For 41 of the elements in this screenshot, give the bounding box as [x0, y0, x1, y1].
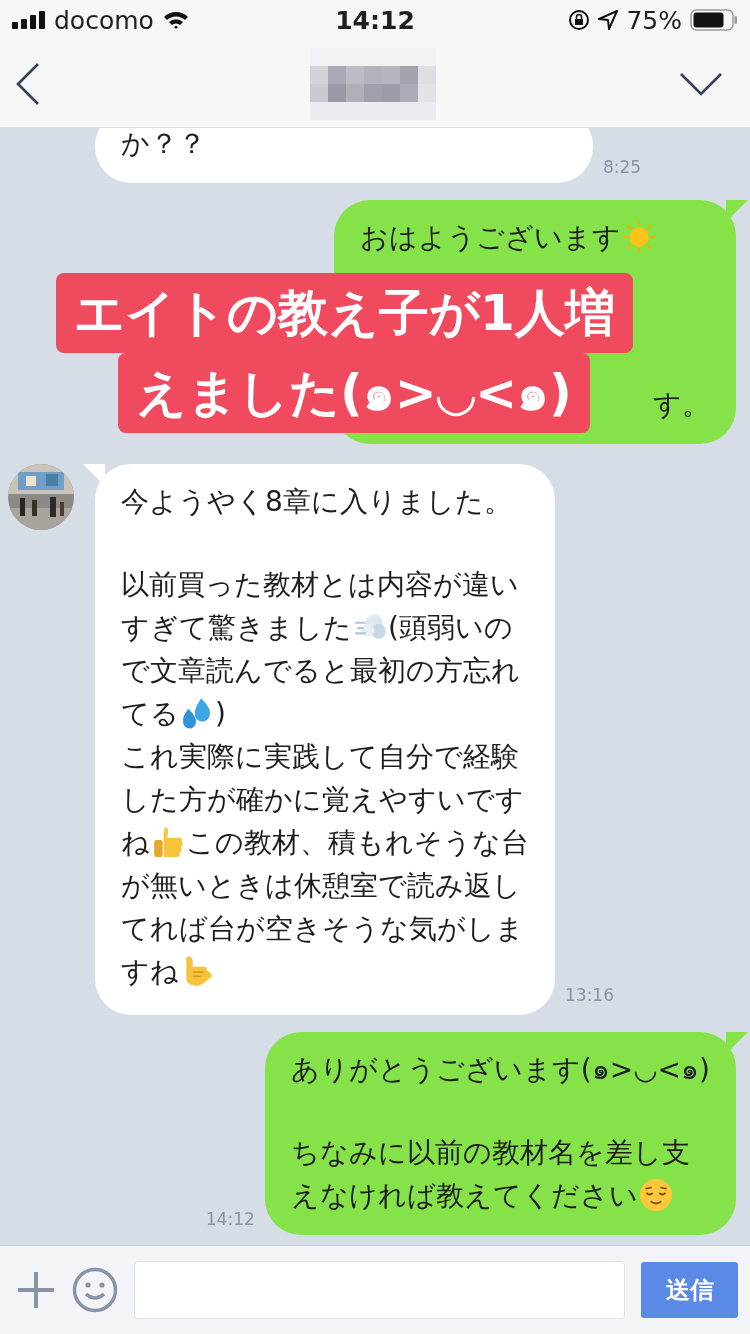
chevron-down-icon[interactable]	[680, 71, 722, 96]
message-text: が無いときは休憩室で読み返し	[121, 868, 521, 902]
plus-icon[interactable]	[16, 1270, 56, 1310]
carrier-name: docomo	[54, 5, 154, 35]
message-text: てる	[121, 696, 179, 730]
message-text: すぎて驚きました	[121, 610, 352, 644]
message-text: てれば台が空きそうな気がしま	[121, 911, 524, 945]
message-text: ね	[121, 825, 150, 859]
emoji-icon[interactable]	[72, 1267, 118, 1313]
message-text: で文章読んでると最初の方忘れ	[121, 653, 520, 687]
message-text: おはようございます	[360, 220, 621, 254]
message-text: すね	[121, 954, 179, 988]
sun-icon	[622, 220, 656, 254]
message-text: この教材、積もれそうな台	[186, 825, 529, 859]
message-text: えなければ教えてください	[290, 1178, 638, 1212]
message-text: した方が確かに覚えやすいです	[121, 782, 524, 816]
message-input[interactable]	[134, 1261, 625, 1319]
message-time: 14:12	[205, 1209, 255, 1229]
message-text: す。	[653, 387, 710, 421]
thumbs-up-icon	[151, 825, 185, 859]
back-icon[interactable]	[16, 62, 40, 105]
send-button[interactable]: 送信	[641, 1262, 738, 1318]
status-time: 14:12	[335, 5, 415, 35]
caption-text: えました(๑>◡<๑)	[118, 353, 590, 433]
message-text: (頭弱いの	[388, 610, 513, 644]
message-text: ちなみに以前の教材名を差し支	[290, 1135, 690, 1169]
message-text: )	[215, 696, 226, 730]
message-text: か？？	[121, 128, 206, 160]
rotation-lock-icon	[568, 9, 591, 31]
message-text: これ実際に実践して自分で経験	[121, 739, 519, 773]
battery-percent: 75%	[626, 5, 682, 35]
message-text: ありがとうございます(๑>◡<๑)	[290, 1052, 710, 1086]
message-text: 以前買った教材とは内容が違い	[121, 567, 519, 601]
signal-icon	[12, 11, 46, 29]
message-time: 13:16	[565, 985, 614, 1005]
location-icon	[598, 10, 619, 30]
relieved-face-icon	[638, 1178, 673, 1212]
caption-text: エイトの教え子が1人増	[56, 273, 633, 353]
battery-icon	[690, 9, 738, 31]
message-time: 8:25	[603, 157, 642, 177]
message-text: 今ようやく8章に入りました。	[121, 484, 512, 518]
